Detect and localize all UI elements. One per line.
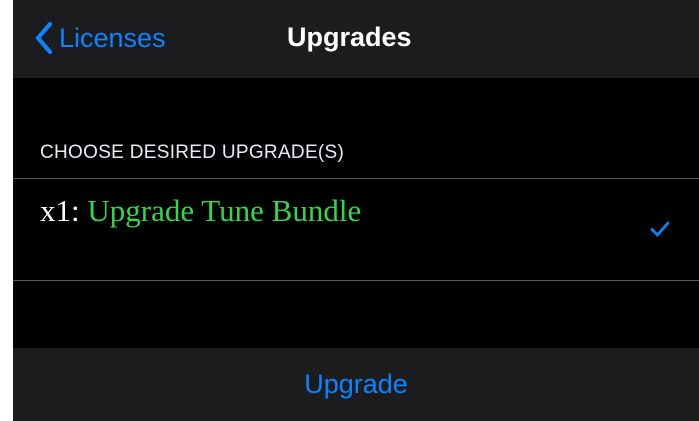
page-title: Upgrades bbox=[287, 22, 412, 52]
upgrade-name: Upgrade Tune Bundle bbox=[87, 193, 362, 228]
checkmark-icon bbox=[650, 221, 670, 242]
divider bbox=[13, 280, 699, 281]
upgrade-quantity: x1: bbox=[40, 193, 80, 228]
navigation-bar: Licenses Upgrades bbox=[13, 0, 699, 78]
section-header: CHOOSE DESIRED UPGRADE(S) bbox=[40, 142, 345, 163]
back-button-label: Licenses bbox=[59, 22, 166, 53]
upgrade-button[interactable]: Upgrade bbox=[13, 348, 699, 421]
app-screen: Licenses Upgrades CHOOSE DESIRED UPGRADE… bbox=[13, 0, 699, 421]
chevron-left-icon bbox=[35, 22, 53, 54]
upgrade-option-text: x1: Upgrade Tune Bundle bbox=[40, 192, 370, 229]
bottom-toolbar: Upgrade bbox=[13, 348, 699, 421]
back-button[interactable]: Licenses bbox=[35, 18, 166, 58]
upgrade-option-row[interactable]: x1: Upgrade Tune Bundle bbox=[13, 179, 699, 280]
